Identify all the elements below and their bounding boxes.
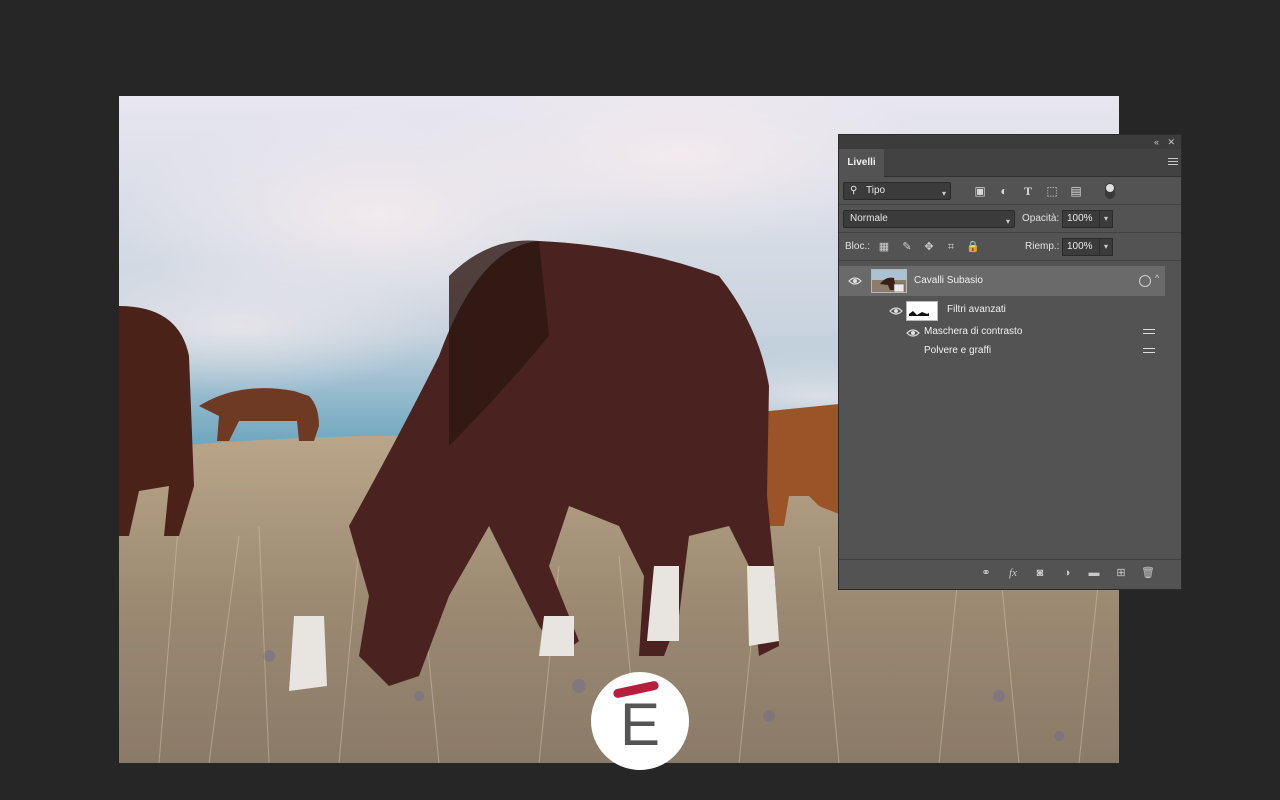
filter-row: ⚲ Tipo ▾ ▣ ◐ T ⬚ ▤	[839, 177, 1181, 205]
blend-mode-value: Normale	[850, 213, 888, 224]
opacity-dropdown-icon[interactable]: ▾	[1099, 210, 1113, 228]
panel-title-strip: « ✕	[839, 135, 1181, 149]
group-icon[interactable]: ▬	[1087, 566, 1101, 580]
eye-icon[interactable]	[889, 306, 903, 316]
layer-thumbnail	[871, 269, 907, 293]
chevron-up-icon[interactable]: ^	[1155, 273, 1159, 283]
eye-icon[interactable]	[906, 328, 920, 338]
adjustment-layer-icon[interactable]: ◑	[1060, 566, 1074, 580]
filter-name: Polvere e graffi	[924, 345, 992, 356]
type-icon[interactable]: T	[1021, 184, 1035, 198]
panel-menu-icon[interactable]	[1168, 158, 1178, 167]
filter-kind-label: Tipo	[866, 185, 886, 196]
layer-name: Cavalli Subasio	[914, 275, 983, 286]
smart-filters-row[interactable]: Filtri avanzati	[839, 297, 1165, 323]
fill-input[interactable]: 100%	[1062, 238, 1100, 256]
filter-kind-select[interactable]: ⚲ Tipo ▾	[843, 182, 951, 200]
close-icon[interactable]: ✕	[1167, 135, 1175, 149]
layer-row[interactable]: Cavalli Subasio ^	[839, 266, 1165, 296]
filter-options-icon[interactable]	[1143, 348, 1155, 358]
filter-mask-thumbnail	[906, 301, 938, 321]
shape-icon[interactable]: ⬚	[1045, 184, 1059, 198]
trash-icon[interactable]: 🗑	[1141, 566, 1155, 580]
adjustment-icon[interactable]: ◐	[997, 184, 1011, 198]
collapse-icon[interactable]: «	[1154, 135, 1159, 149]
tab-livelli[interactable]: Livelli	[839, 149, 884, 177]
link-icon[interactable]: ⚭	[979, 566, 993, 580]
fill-dropdown-icon[interactable]: ▾	[1099, 238, 1113, 256]
panel-footer: ⚭ fx ◙ ◑ ▬ ⊞ 🗑	[839, 559, 1181, 585]
fill-label: Riemp.:	[1025, 241, 1060, 252]
lock-position-icon[interactable]: ✥	[922, 240, 936, 254]
filter-name: Maschera di contrasto	[924, 326, 1023, 337]
blend-row: Normale ▾ Opacità: 100% ▾	[839, 205, 1181, 233]
filter-toggle-icon[interactable]	[1105, 183, 1115, 199]
chevron-down-icon: ▾	[941, 189, 946, 198]
smart-filter-badge-icon	[1139, 275, 1151, 287]
filter-row-dust[interactable]: Polvere e graffi	[839, 342, 1165, 361]
opacity-input[interactable]: 100%	[1062, 210, 1100, 228]
lock-artboard-icon[interactable]: ⌗	[944, 240, 958, 254]
lock-all-icon[interactable]: 🔒	[966, 240, 980, 254]
logo-letter: E	[619, 691, 661, 758]
eye-icon[interactable]	[848, 276, 862, 286]
filter-options-icon[interactable]	[1143, 329, 1155, 339]
lock-transparent-icon[interactable]: ▦	[877, 240, 891, 254]
panel-tabbar: Livelli	[839, 149, 1181, 177]
smart-object-icon[interactable]: ▤	[1069, 184, 1083, 198]
smart-filters-label: Filtri avanzati	[947, 304, 1006, 315]
layers-panel: « ✕ Livelli ⚲ Tipo ▾ ▣ ◐ T ⬚ ▤ Normale ▾…	[838, 134, 1182, 590]
fx-icon[interactable]: fx	[1006, 566, 1020, 580]
search-icon: ⚲	[850, 185, 858, 196]
layers-scrollbar[interactable]	[1165, 266, 1181, 556]
image-icon[interactable]: ▣	[973, 184, 987, 198]
filter-row-contrast[interactable]: Maschera di contrasto	[839, 323, 1165, 342]
brand-logo: E	[591, 672, 689, 770]
mask-icon[interactable]: ◙	[1033, 566, 1047, 580]
chevron-down-icon: ▾	[1005, 217, 1010, 226]
new-layer-icon[interactable]: ⊞	[1114, 566, 1128, 580]
lock-row: Bloc.: ▦ ✎ ✥ ⌗ 🔒 Riemp.: 100% ▾	[839, 233, 1181, 261]
opacity-label: Opacità:	[1022, 213, 1060, 224]
lock-label: Bloc.:	[845, 241, 871, 252]
lock-pixels-icon[interactable]: ✎	[900, 240, 914, 254]
blend-mode-select[interactable]: Normale ▾	[843, 210, 1015, 228]
